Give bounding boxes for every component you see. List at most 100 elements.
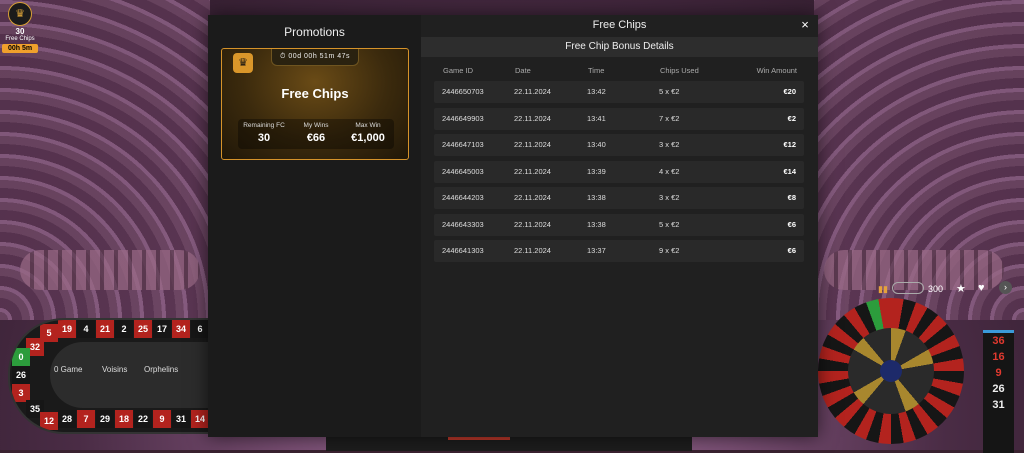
details-subheader: Free Chip Bonus Details: [421, 37, 818, 57]
card-timer: ⏱ 00d 00h 51m 47s: [271, 49, 359, 66]
table-row: 2446647103 22.11.2024 13:40 3 x €2 €12: [434, 134, 804, 156]
table-cell: 2446650703: [442, 87, 484, 96]
crown-logo-icon: ♛: [8, 2, 32, 26]
racetrack-number[interactable]: 22: [134, 410, 152, 428]
stat-max-win: Max Win €1,000: [342, 122, 394, 144]
table-cell: 5 x €2: [659, 219, 680, 229]
close-icon[interactable]: ×: [798, 18, 812, 32]
table-cell: 7 x €2: [659, 113, 680, 123]
table-cell: 22.11.2024: [514, 140, 551, 149]
table-header: Game ID Date Time Chips Used Win Amount: [435, 66, 805, 78]
badge-count: 30: [15, 27, 25, 36]
table-cell: 22.11.2024: [514, 193, 551, 202]
table-cell: 13:38: [587, 193, 606, 202]
racetrack-number[interactable]: 6: [191, 320, 209, 338]
table-cell: 2446645003: [442, 166, 484, 176]
balance-value: 300: [928, 284, 944, 294]
racetrack-number[interactable]: 17: [153, 320, 171, 338]
table-cell: €8: [787, 193, 796, 202]
badge-label: Free Chips: [5, 36, 35, 42]
heart-icon[interactable]: ♥: [978, 282, 985, 294]
free-chips-icon: ♛: [233, 53, 253, 73]
details-panel: Free Chips × Free Chip Bonus Details Gam…: [421, 15, 818, 437]
racetrack-number[interactable]: 29: [96, 410, 114, 428]
promotions-title: Promotions: [284, 25, 345, 39]
details-title: Free Chips: [592, 19, 647, 31]
table-cell: 13:39: [587, 166, 606, 176]
table-cell: €12: [783, 140, 796, 149]
table-cell: 22.11.2024: [514, 87, 551, 96]
col-date: Date: [515, 66, 531, 75]
col-win-amount: Win Amount: [756, 66, 797, 75]
racetrack-inner: [50, 342, 210, 408]
racetrack-number[interactable]: 12: [40, 412, 58, 430]
table-cell: 3 x €2: [659, 140, 680, 149]
table-row: 2446649903 22.11.2024 13:41 7 x €2 €2: [434, 107, 804, 130]
free-chips-card[interactable]: ♛ ⏱ 00d 00h 51m 47s Free Chips Remaining…: [221, 48, 409, 160]
stat-label: My Wins: [303, 122, 329, 129]
racetrack-number[interactable]: 34: [172, 320, 190, 338]
table-cell: 22.11.2024: [514, 246, 551, 255]
table-cell: 22.11.2024: [514, 219, 551, 229]
racetrack-number[interactable]: 0: [12, 348, 30, 366]
section-zero-game[interactable]: 0 Game: [54, 365, 82, 374]
bottom-bar: [326, 436, 692, 451]
stat-label: Remaining FC: [243, 122, 285, 129]
star-icon[interactable]: ★: [956, 282, 966, 295]
table-cell: €14: [783, 166, 796, 176]
toggle-switch[interactable]: [892, 282, 924, 294]
racetrack-betting-area[interactable]: 1942122517346271328729182293114201532026…: [8, 318, 212, 434]
table-cell: 22.11.2024: [514, 113, 551, 123]
history-item: 26: [992, 383, 1005, 395]
stats-icon[interactable]: ▮▮: [878, 284, 888, 295]
roulette-wheel: [818, 298, 964, 444]
racetrack-number[interactable]: 7: [77, 410, 95, 428]
col-time: Time: [588, 66, 605, 75]
table-row: 2446650703 22.11.2024 13:42 5 x €2 €20: [434, 81, 804, 103]
table-cell: 2446643303: [442, 219, 484, 229]
racetrack-number[interactable]: 9: [153, 410, 171, 428]
table-row: 2446645003 22.11.2024 13:39 4 x €2 €14: [434, 160, 804, 183]
stat-my-wins: My Wins €66: [290, 122, 342, 144]
table-cell: 3 x €2: [659, 193, 680, 202]
racetrack-number[interactable]: 21: [96, 320, 114, 338]
section-orphelins[interactable]: Orphelins: [144, 365, 178, 374]
stat-remaining-fc: Remaining FC 30: [238, 122, 290, 144]
table-cell: 9 x €2: [659, 246, 680, 255]
col-chips-used: Chips Used: [660, 66, 699, 75]
table-cell: 4 x €2: [659, 166, 680, 176]
chevron-right-icon[interactable]: ›: [999, 281, 1012, 294]
table-cell: €20: [783, 87, 796, 96]
section-voisins[interactable]: Voisins: [102, 365, 127, 374]
results-history: 36 16 9 26 31: [983, 330, 1014, 453]
table-cell: 13:37: [587, 246, 606, 255]
history-item: 16: [992, 351, 1005, 363]
promotions-panel: Promotions ♛ ⏱ 00d 00h 51m 47s Free Chip…: [208, 15, 421, 437]
card-title: Free Chips: [281, 86, 349, 101]
table-cell: 2446641303: [442, 246, 484, 255]
stat-label: Max Win: [355, 122, 381, 129]
badge-timer: 00h 5m: [2, 44, 38, 53]
racetrack-number[interactable]: 18: [115, 410, 133, 428]
stat-value: 30: [257, 132, 271, 144]
table-cell: €2: [787, 113, 796, 123]
racetrack-number[interactable]: 2: [115, 320, 133, 338]
racetrack-number[interactable]: 26: [12, 366, 30, 384]
table-cell: 2446647103: [442, 140, 484, 149]
table-cell: €6: [787, 246, 796, 255]
racetrack-number[interactable]: 31: [172, 410, 190, 428]
racetrack-number[interactable]: 25: [134, 320, 152, 338]
wheel-core: [880, 360, 902, 382]
table-cell: 13:41: [587, 113, 606, 123]
active-tab-indicator: [448, 437, 510, 440]
history-item: 9: [995, 367, 1002, 379]
racetrack-number[interactable]: 19: [58, 320, 76, 338]
racetrack-number[interactable]: 14: [191, 410, 209, 428]
racetrack-number[interactable]: 4: [77, 320, 95, 338]
table-row: 2446641303 22.11.2024 13:37 9 x €2 €6: [434, 240, 804, 262]
free-chips-badge[interactable]: ♛ 30 Free Chips 00h 5m: [2, 2, 38, 53]
racetrack-number[interactable]: 28: [58, 410, 76, 428]
table-cell: 22.11.2024: [514, 166, 551, 176]
table-cell: 13:40: [587, 140, 606, 149]
table-row: 2446643303 22.11.2024 13:38 5 x €2 €6: [434, 213, 804, 236]
